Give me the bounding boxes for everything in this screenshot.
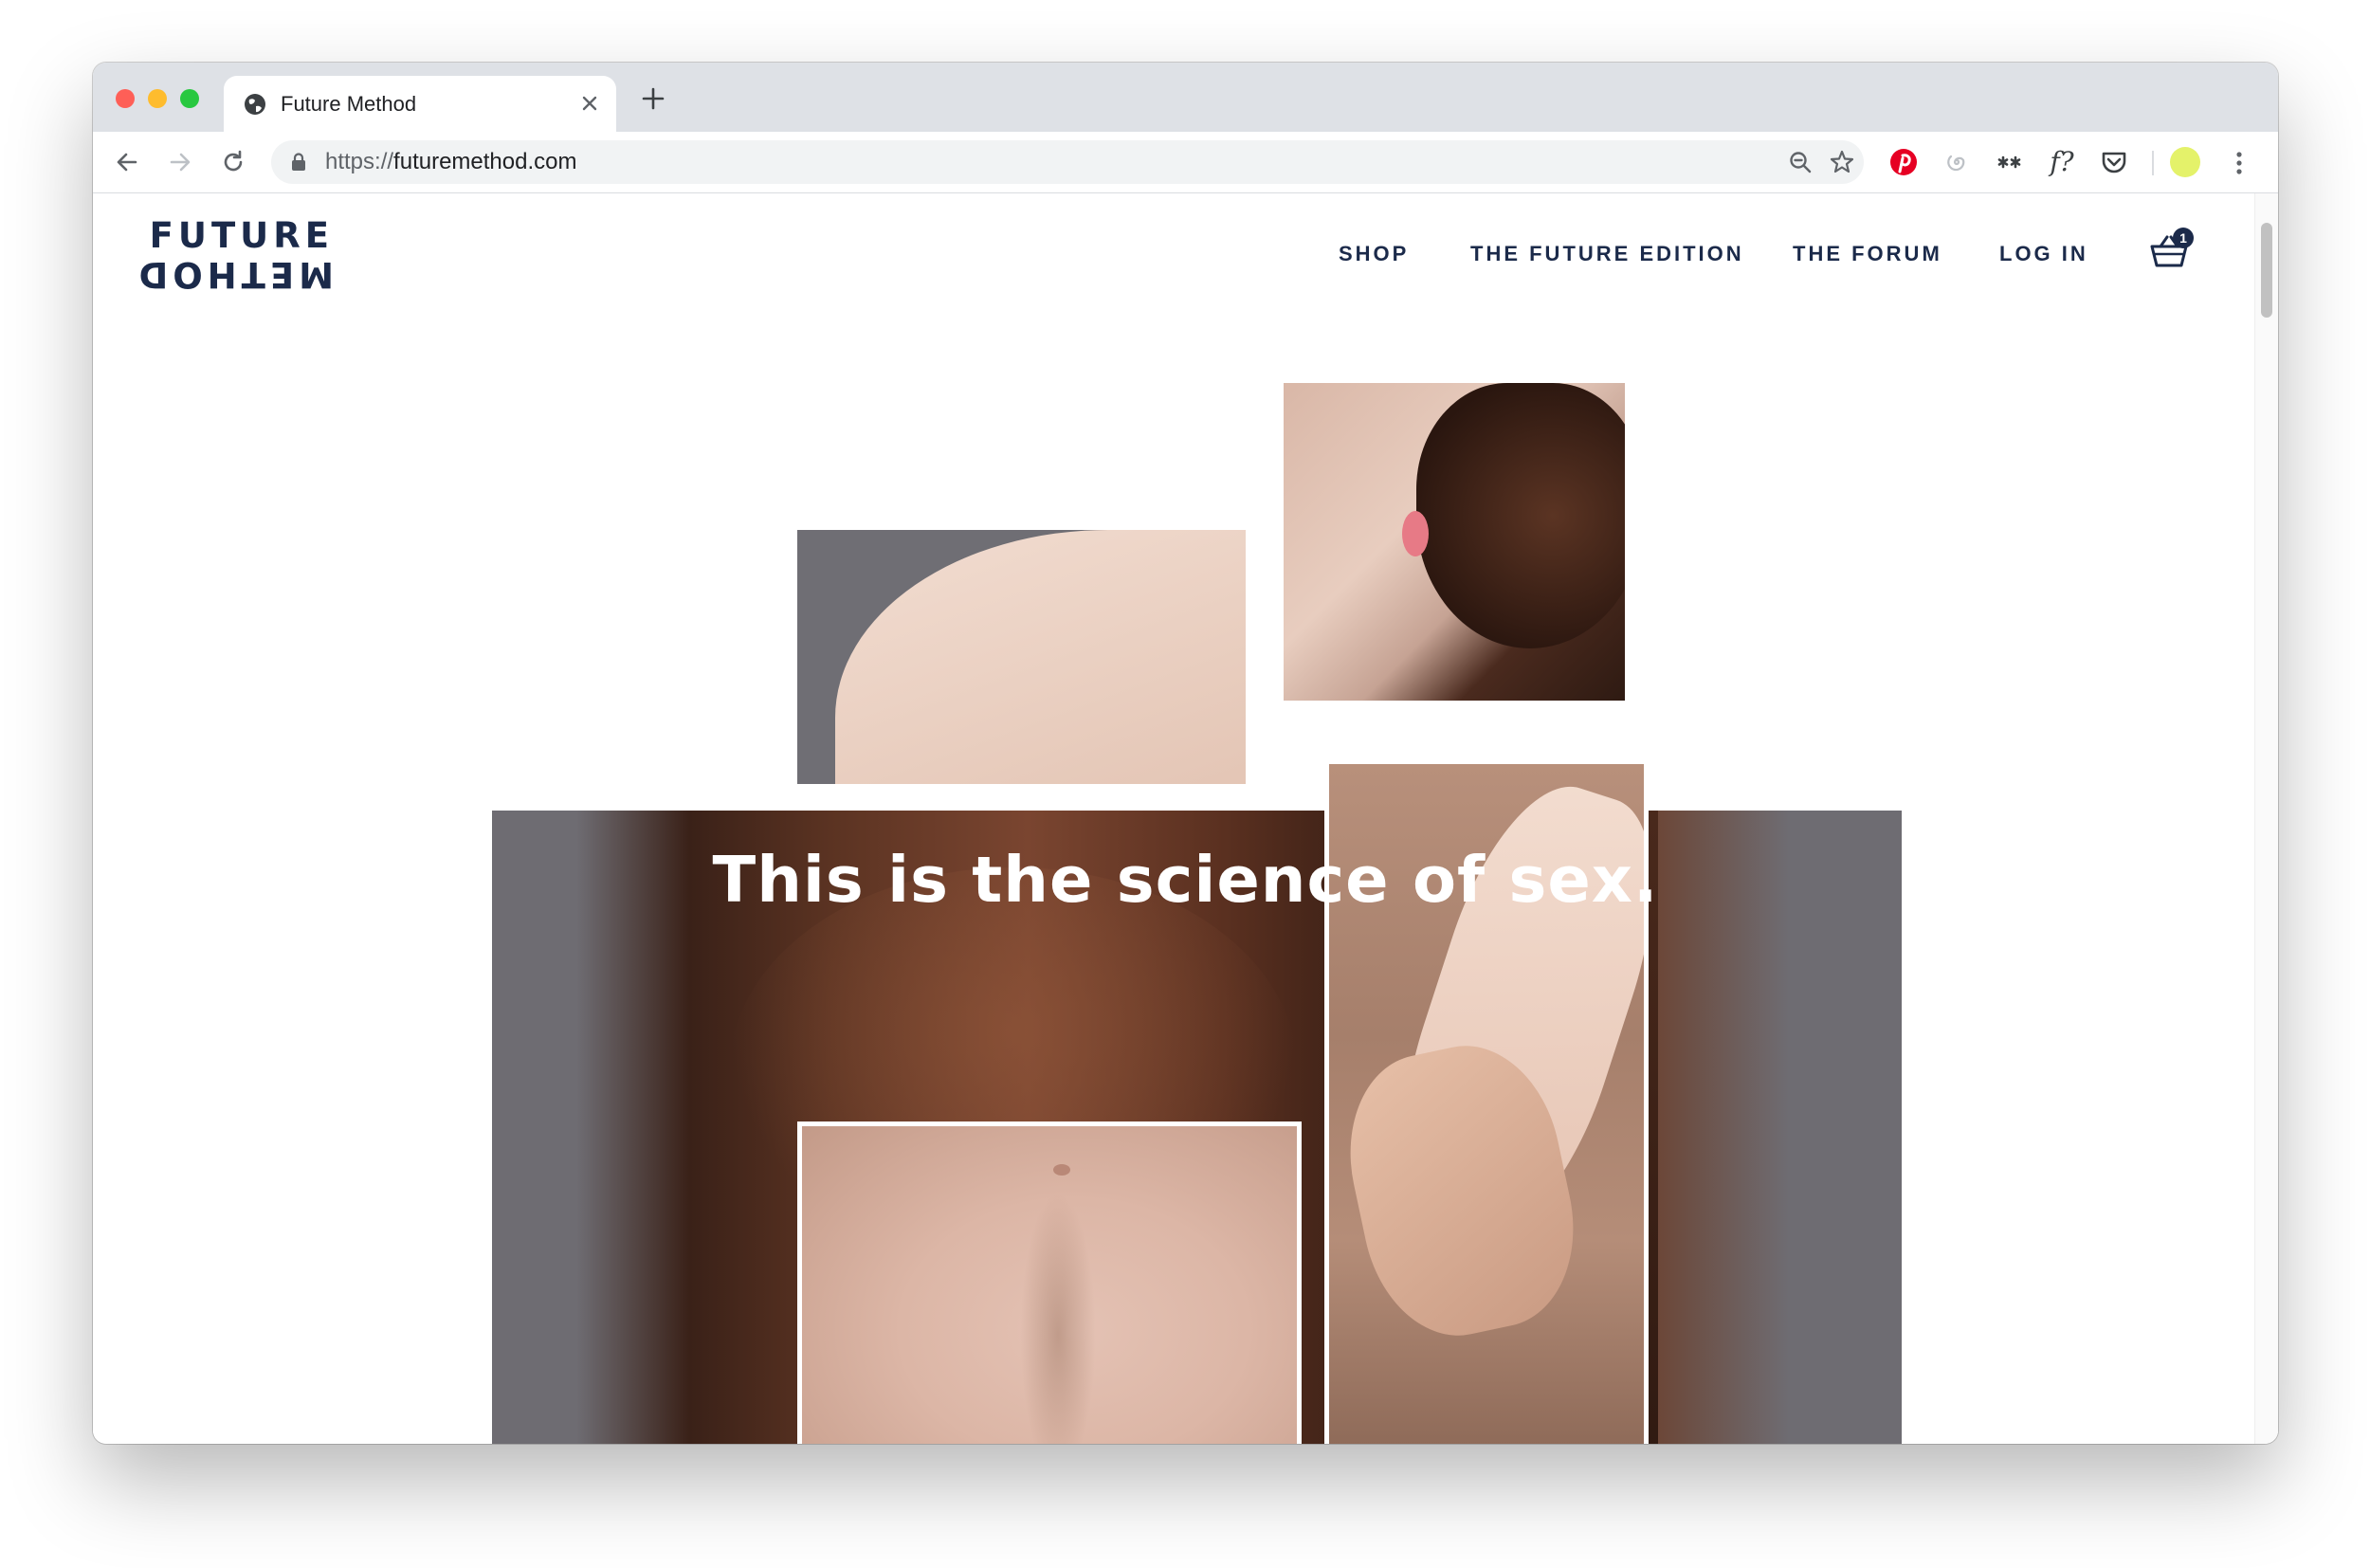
minimize-window-button[interactable] xyxy=(148,89,167,108)
asterisk-extension-icon[interactable] xyxy=(1994,146,2026,178)
toolbar-divider xyxy=(2152,151,2154,175)
globe-icon xyxy=(245,94,265,115)
url-scheme: https:// xyxy=(325,149,394,174)
pinterest-extension-icon[interactable] xyxy=(1887,146,1920,178)
profile-avatar[interactable] xyxy=(2169,146,2201,178)
address-bar[interactable]: https://futuremethod.com xyxy=(271,140,1864,184)
browser-window: Future Method https://futuremethod.com f… xyxy=(93,63,2278,1444)
nav-forum[interactable]: THE FORUM xyxy=(1793,243,1942,265)
nav-shop[interactable]: SHOP xyxy=(1339,243,1409,265)
collage-photo-belly xyxy=(797,1121,1302,1444)
browser-toolbar: https://futuremethod.com f? xyxy=(93,132,2278,193)
logo-word-method: METHOD xyxy=(134,254,334,295)
back-arrow-icon[interactable] xyxy=(110,145,144,179)
tab-title: Future Method xyxy=(281,92,417,116)
browser-tab[interactable]: Future Method xyxy=(224,76,616,132)
tab-strip: Future Method xyxy=(93,63,2278,132)
new-tab-icon[interactable] xyxy=(638,83,668,114)
cart-count-badge: 1 xyxy=(2173,228,2194,248)
zoom-window-button[interactable] xyxy=(180,89,199,108)
spiral-extension-icon[interactable] xyxy=(1941,146,1973,178)
forward-arrow-icon[interactable] xyxy=(163,145,197,179)
url-host: futuremethod.com xyxy=(393,149,577,174)
menu-dots-icon[interactable] xyxy=(2222,146,2256,180)
font-finder-extension-icon[interactable]: f? xyxy=(2046,146,2078,178)
collage-photo-kiss xyxy=(1284,383,1625,701)
collage-photo-shoulder xyxy=(797,530,1246,784)
url-text: https://futuremethod.com xyxy=(325,149,576,175)
future-method-logo[interactable]: FUTURE METHOD xyxy=(134,215,334,296)
logo-word-future: FUTURE xyxy=(149,215,334,256)
scrollbar-thumb[interactable] xyxy=(2261,223,2272,318)
close-icon[interactable] xyxy=(574,88,605,119)
pocket-extension-icon[interactable] xyxy=(2098,146,2130,178)
lock-icon xyxy=(292,153,305,171)
zoom-icon[interactable] xyxy=(1786,148,1814,176)
page-scrollbar[interactable] xyxy=(2254,193,2278,1444)
hero-headline: This is the science of sex. xyxy=(712,843,1659,917)
nav-log-in[interactable]: LOG IN xyxy=(1999,243,2088,265)
close-window-button[interactable] xyxy=(116,89,135,108)
bookmark-star-icon[interactable] xyxy=(1828,148,1856,176)
nav-future-edition[interactable]: THE FUTURE EDITION xyxy=(1470,243,1744,265)
reload-icon[interactable] xyxy=(216,145,250,179)
page-viewport: FUTURE METHOD SHOP THE FUTURE EDITION TH… xyxy=(93,193,2278,1444)
